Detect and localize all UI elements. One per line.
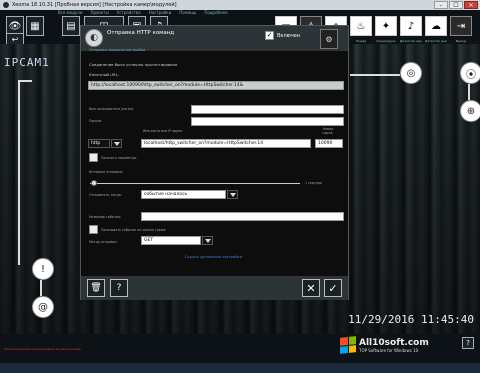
port-label: Номер порта: [322, 127, 334, 135]
dialog-footer: 🗑 ? ✕ ✓ [81, 276, 348, 300]
enabled-checkbox[interactable]: ✓ [265, 31, 274, 40]
camera-label: IPCAM1 [4, 56, 50, 69]
show-event-label: Показывать событие на экране тревог [101, 227, 167, 232]
method-label: Метод отправки: [89, 240, 118, 244]
method-dropdown-arrow[interactable] [202, 236, 213, 245]
show-params-checkbox[interactable] [89, 153, 98, 162]
host-label: Имя хоста или IP адрес: [143, 129, 184, 133]
minimize-button[interactable]: – [434, 1, 448, 9]
alarm-bell-icon[interactable]: ! [32, 258, 54, 280]
window-titlebar: Xeoma 18.10.31 [Пробная версия] [Настрой… [0, 0, 480, 10]
module-thumbnail-icon: ⚙ [320, 29, 338, 49]
app-icon [3, 2, 9, 8]
toggle-detailed-settings-link[interactable]: Скрыть детальные настройки [185, 255, 242, 259]
module-wire [350, 74, 400, 76]
http-module-icon: ◐ [85, 29, 103, 47]
enabled-label: Включен [277, 32, 301, 39]
cancel-x-icon[interactable]: ✕ [302, 279, 320, 297]
chevron-down-icon [229, 192, 236, 197]
enabled-toggle[interactable]: ✓ Включен [265, 31, 300, 40]
menu-item[interactable]: Подробнее [204, 10, 227, 16]
email-icon[interactable]: @ [32, 296, 54, 318]
watermark-subtitle: TOP Software for Windows 10 [359, 347, 419, 353]
trash-icon[interactable]: 🗑 [87, 279, 105, 297]
show-event-row[interactable]: Показывать событие на экране тревог [89, 225, 166, 234]
interval-value: 1 секунда [305, 181, 322, 185]
module-wire [40, 280, 42, 296]
doc-icon[interactable]: ▤ [62, 16, 80, 36]
taskbar [0, 363, 480, 373]
fire-icon[interactable]: ♨ [350, 16, 372, 36]
module-wire [468, 84, 470, 100]
interval-slider-thumb[interactable] [91, 180, 98, 186]
sound-detector-icon[interactable]: ♪ [400, 16, 422, 36]
send-when-label: Отправлять, когда: [89, 193, 122, 197]
tile-label: Пожар [355, 39, 367, 43]
password-label: Пароль: [89, 119, 103, 123]
event-name-label: Название события: [89, 215, 122, 219]
grid-icon[interactable]: ▦ [26, 16, 44, 36]
chevron-down-icon [113, 141, 120, 146]
port-input[interactable]: 10090 [315, 139, 343, 148]
window-controls: – ☐ ✕ [434, 1, 478, 9]
record-module-icon[interactable]: ⦿ [460, 62, 480, 84]
camera-timestamp: 11/29/2016 11:45:40 [348, 313, 474, 326]
confirm-check-icon[interactable]: ✓ [324, 279, 342, 297]
show-params-label: Показать параметры [101, 155, 137, 160]
protocol-select[interactable]: http [88, 139, 110, 148]
event-name-input[interactable] [141, 212, 344, 221]
smoke-detector-icon[interactable]: ☁ [425, 16, 447, 36]
window-title: Xeoma 18.10.31 [Пробная версия] [Настрой… [12, 2, 177, 8]
interval-label: Интервал отправки: [89, 170, 124, 174]
dialog-title: Отправка HTTP команд [107, 30, 175, 36]
windows-logo-icon [340, 336, 356, 354]
username-label: Имя пользователя (логин): [89, 107, 135, 111]
host-input[interactable]: localhost/http_switcher_on?module=HttpSw… [141, 139, 311, 148]
watermark-title: All10soft.com [359, 337, 429, 348]
tile-label: Спецмодуль [376, 39, 396, 43]
module-wire [18, 80, 32, 82]
tile-label: Детектор звука [400, 39, 422, 43]
send-when-select[interactable]: событие началось [141, 190, 226, 199]
help-icon[interactable]: ? [462, 337, 474, 349]
method-select[interactable]: GET [141, 236, 201, 245]
watermark: All10soft.com TOP Software for Windows 1… [340, 336, 429, 354]
tile-label: Детектор дыма [425, 39, 447, 43]
exit-icon[interactable]: ⇥ [450, 16, 472, 36]
help-question-icon[interactable]: ? [110, 279, 128, 297]
password-input[interactable] [191, 117, 344, 126]
send-when-dropdown-arrow[interactable] [227, 190, 238, 199]
show-event-checkbox[interactable] [89, 225, 98, 234]
archive-module-icon[interactable]: ⊕ [460, 100, 480, 122]
http-request-dialog: ◐ Отправка HTTP команд ✓ Включен ⚙ Отпра… [80, 25, 349, 300]
motion-module-icon[interactable]: ◎ [400, 62, 422, 84]
special-module-icon[interactable]: ✦ [375, 16, 397, 36]
dialog-subtitle: Отправка запросов настройки [89, 48, 146, 52]
close-button[interactable]: ✕ [464, 1, 478, 9]
module-wire [18, 80, 20, 265]
maximize-button[interactable]: ☐ [449, 1, 463, 9]
show-params-row[interactable]: Показать параметры [89, 153, 136, 162]
chevron-down-icon [204, 238, 211, 243]
final-url-label: Конечный URL: [89, 72, 120, 77]
tile-label: Выход [455, 39, 467, 43]
menu-item[interactable]: Помощь [179, 10, 196, 16]
username-input[interactable] [191, 105, 344, 114]
final-url-field[interactable]: http://localhost:10090/http_switcher_on?… [88, 81, 344, 90]
interval-slider-track[interactable] [90, 183, 300, 184]
connection-status: Соединение было успешно протестировано [89, 62, 178, 67]
protocol-dropdown-arrow[interactable] [111, 139, 122, 148]
bottom-status-text: Автоматическая синхронизация вкл/выкл ка… [4, 347, 82, 351]
